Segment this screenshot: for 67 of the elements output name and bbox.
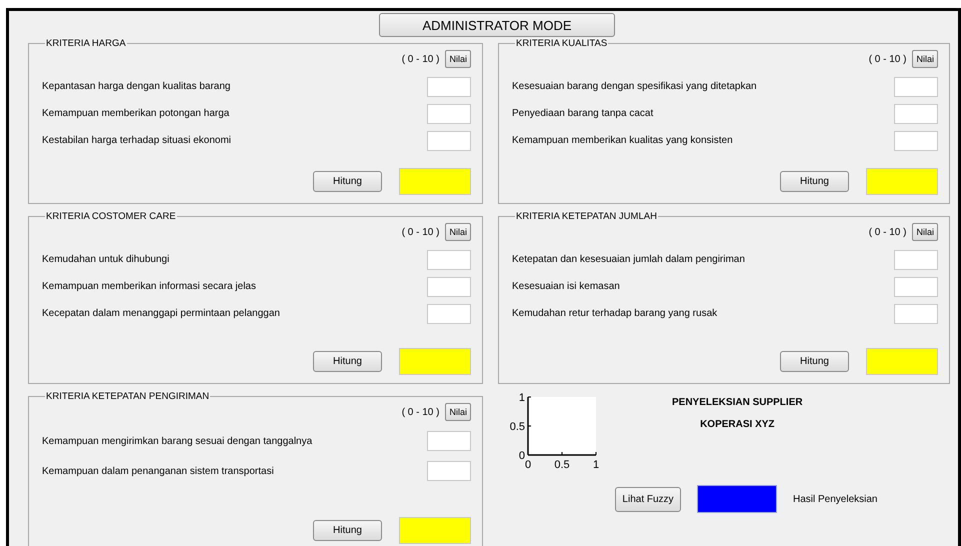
x-tick-label: 1: [592, 459, 600, 471]
score-field[interactable]: [894, 130, 938, 150]
score-field[interactable]: [894, 76, 938, 96]
nilai-button[interactable]: Nilai: [912, 223, 938, 241]
criterion-label: Penyediaan barang tanpa cacat: [512, 108, 654, 119]
panel-title: KRITERIA KETEPATAN PENGIRIMAN: [45, 391, 210, 402]
criterion-label: Kemampuan mengirimkan barang sesuai dengan tanggalnya: [42, 436, 312, 446]
panel-title: KRITERIA HARGA: [45, 38, 127, 49]
score-field[interactable]: [894, 276, 938, 296]
criterion-label: Kemampuan memberikan potongan harga: [42, 108, 230, 119]
score-field[interactable]: [894, 250, 938, 270]
score-field[interactable]: [427, 461, 471, 481]
range-label: ( 0 - 10 ): [868, 226, 906, 238]
range-label: ( 0 - 10 ): [402, 406, 440, 418]
nilai-button[interactable]: Nilai: [445, 403, 471, 421]
score-field[interactable]: [427, 276, 471, 296]
hitung-button[interactable]: Hitung: [780, 351, 849, 372]
result-label: Hasil Penyeleksian: [793, 494, 878, 504]
criterion-label: Kesesuaian isi kemasan: [512, 281, 620, 292]
criterion-label: Kepantasan harga dengan kualitas barang: [42, 81, 230, 92]
score-field[interactable]: [427, 250, 471, 270]
app-title: PENYELEKSIAN SUPPLIER: [672, 397, 803, 408]
criterion-label: Kestabilan harga terhadap situasi ekonomi: [42, 135, 232, 146]
y-tick-label: 1: [518, 392, 525, 404]
panel-title: KRITERIA COSTOMER CARE: [45, 211, 177, 222]
result-box: [399, 168, 471, 195]
result-box: [866, 348, 938, 375]
hitung-button[interactable]: Hitung: [313, 520, 382, 541]
criterion-label: Kemudahan retur terhadap barang yang rusak: [512, 308, 718, 319]
mode-button[interactable]: ADMINISTRATOR MODE: [379, 13, 615, 37]
app-subtitle: KOPERASI XYZ: [700, 419, 775, 430]
x-tick-label: 0: [524, 459, 532, 471]
result-box: [866, 168, 938, 195]
hitung-button[interactable]: Hitung: [313, 351, 382, 372]
hitung-button[interactable]: Hitung: [313, 171, 382, 192]
panel-title: KRITERIA KUALITAS: [515, 38, 608, 49]
plot-area: [528, 397, 596, 455]
range-label: ( 0 - 10 ): [402, 54, 440, 64]
y-axis: [527, 396, 532, 456]
score-field[interactable]: [427, 104, 471, 124]
lihat-fuzzy-button[interactable]: Lihat Fuzzy: [615, 486, 681, 512]
hitung-button[interactable]: Hitung: [780, 171, 849, 192]
result-box: [399, 517, 471, 544]
criterion-label: Kemudahan untuk dihubungi: [42, 254, 170, 265]
result-box: [399, 348, 471, 375]
score-field[interactable]: [427, 304, 471, 324]
criterion-label: Kemampuan dalam penanganan sistem transportasi: [42, 466, 274, 476]
range-label: ( 0 - 10 ): [868, 54, 906, 64]
x-axis: [528, 452, 596, 456]
score-field[interactable]: [427, 76, 471, 96]
range-label: ( 0 - 10 ): [402, 226, 440, 238]
criterion-label: Kesesuaian barang dengan spesifikasi yang ditetapkan: [512, 81, 757, 92]
criterion-label: Kemampuan memberikan informasi secara jelas: [42, 281, 256, 292]
criterion-label: Kemampuan memberikan kualitas yang konsisten: [512, 135, 733, 146]
nilai-button[interactable]: Nilai: [912, 50, 938, 68]
criterion-label: Kecepatan dalam menanggapi permintaan pelanggan: [42, 308, 280, 319]
y-tick-label: 0: [518, 450, 525, 462]
score-field[interactable]: [894, 104, 938, 124]
x-tick-label: 0.5: [554, 459, 570, 471]
criterion-label: Ketepatan dan kesesuaian jumlah dalam pengiriman: [512, 254, 745, 265]
nilai-button[interactable]: Nilai: [445, 50, 471, 68]
score-field[interactable]: [427, 130, 471, 150]
score-field[interactable]: [427, 431, 471, 451]
y-tick-label: 0.5: [510, 421, 525, 433]
panel-title: KRITERIA KETEPATAN JUMLAH: [515, 211, 658, 222]
nilai-button[interactable]: Nilai: [445, 223, 471, 241]
score-field[interactable]: [894, 304, 938, 324]
